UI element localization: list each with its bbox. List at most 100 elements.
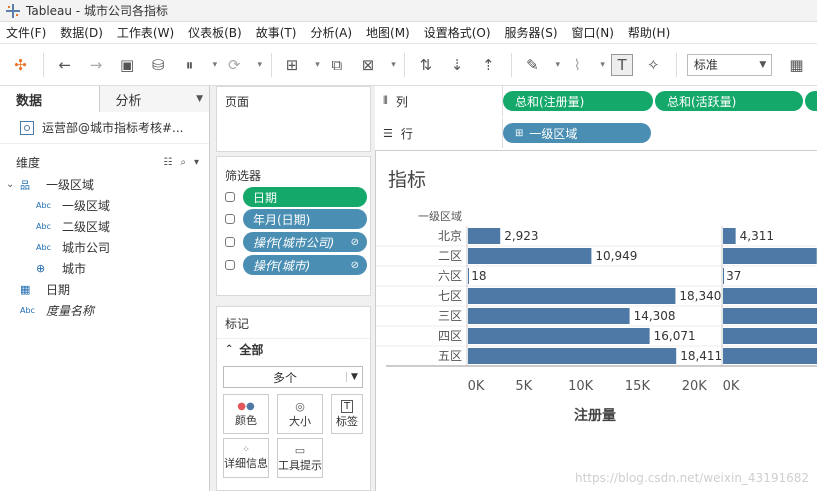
tab-analysis[interactable]: 分析 ▼ xyxy=(99,86,209,112)
pause-icon[interactable]: ⏸ xyxy=(179,54,200,76)
tick-label: 0K xyxy=(468,379,485,394)
refresh-icon[interactable]: ⟳ xyxy=(224,54,245,76)
duplicate-icon[interactable]: ⧉ xyxy=(326,54,347,76)
abc-icon: Abc xyxy=(36,222,51,231)
chevron-down-icon[interactable]: ▾ xyxy=(598,54,608,76)
menu-format[interactable]: 设置格式(O) xyxy=(424,24,491,41)
column-pill[interactable]: 总和(活跃量) xyxy=(655,91,803,111)
color-button[interactable]: ●● 颜色 xyxy=(223,394,269,434)
detail-button[interactable]: ⁘ 详细信息 xyxy=(223,438,269,478)
color-label: 颜色 xyxy=(235,413,257,427)
new-worksheet-icon[interactable]: ⊞ xyxy=(282,54,303,76)
abc-icon: Abc xyxy=(36,243,51,252)
tab-analysis-label: 分析 xyxy=(115,93,142,109)
clear-icon[interactable]: ⊠ xyxy=(358,54,379,76)
filter-pill[interactable]: 日期 xyxy=(243,187,367,207)
filter-pill[interactable]: 操作(城市公司) ⊘ xyxy=(243,232,367,252)
field-label: 日期 xyxy=(46,283,71,297)
columns-shelf[interactable]: ⦀ 列 总和(注册量) 总和(活跃量) xyxy=(375,86,817,116)
tick-label: 20K xyxy=(682,379,708,394)
dimension-field[interactable]: ⊕ 城市 xyxy=(0,258,209,279)
forward-icon[interactable]: → xyxy=(85,54,106,76)
database-icon xyxy=(225,214,235,224)
menu-file[interactable]: 文件(F) xyxy=(6,24,46,41)
dimensions-header: 维度 ☷ ⌕ ▾ xyxy=(0,150,209,174)
filter-pill[interactable]: 年月(日期) xyxy=(243,209,367,229)
sort-asc-icon[interactable]: ⇣ xyxy=(446,54,467,76)
menu-help[interactable]: 帮助(H) xyxy=(628,24,670,41)
column-pill[interactable]: 总和(注册量) xyxy=(503,91,653,111)
row-pill[interactable]: ⊞ 一级区域 xyxy=(503,123,651,143)
tab-data[interactable]: 数据 xyxy=(0,86,100,112)
measure-names-field[interactable]: Abc 度量名称 xyxy=(0,300,209,321)
dimension-field[interactable]: Abc 一级区域 xyxy=(0,195,209,216)
data-label: 14,308 xyxy=(634,309,676,323)
chevron-down-icon[interactable]: ▾ xyxy=(553,54,563,76)
swap-icon[interactable]: ⇅ xyxy=(415,54,436,76)
chart: 一级区域北京二区六区七区三区四区五区 2,923 10,949 18 18,34014,… xyxy=(376,210,817,424)
filter-pill[interactable]: 操作(城市) ⊘ xyxy=(243,255,367,275)
pages-card[interactable]: 页面 xyxy=(216,86,371,152)
marks-all-row[interactable]: ⌃ 全部 xyxy=(217,338,370,360)
save-icon[interactable]: ▣ xyxy=(117,54,138,76)
list-view-icon[interactable]: ☷ xyxy=(163,157,172,168)
size-button[interactable]: ◎ 大小 xyxy=(277,394,323,434)
chevron-down-icon[interactable]: ▾ xyxy=(210,54,220,76)
chevron-down-icon[interactable]: ▾ xyxy=(255,54,265,76)
tooltip-button[interactable]: ▭ 工具提示 xyxy=(277,438,323,478)
rows-shelf[interactable]: ☰ 行 ⊞ 一级区域 xyxy=(375,118,817,148)
sort-desc-icon[interactable]: ⇡ xyxy=(478,54,499,76)
detail-label: 详细信息 xyxy=(224,457,268,470)
group-icon[interactable]: ⌇ xyxy=(567,54,588,76)
calendar-icon: ▦ xyxy=(20,283,31,296)
back-icon[interactable]: ← xyxy=(54,54,75,76)
column-pill-label: 总和(活跃量) xyxy=(667,94,737,109)
menu-story[interactable]: 故事(T) xyxy=(256,24,297,41)
expand-icon[interactable]: ⊞ xyxy=(515,128,523,139)
new-datasource-icon[interactable]: ⛁ xyxy=(148,54,169,76)
category-label: 北京 xyxy=(438,229,462,243)
data-label: 4,311 xyxy=(740,229,774,243)
chevron-up-icon[interactable]: ⌃ xyxy=(225,344,233,355)
columns-label: 列 xyxy=(395,94,408,109)
datasource-label: 运营部@城市指标考核#... xyxy=(42,121,184,135)
pin-icon[interactable]: ✧ xyxy=(643,54,664,76)
chevron-down-icon[interactable]: ▼ xyxy=(196,94,203,104)
fit-select[interactable]: 标准 ▼ xyxy=(686,53,772,76)
menu-window[interactable]: 窗口(N) xyxy=(572,24,614,41)
pages-title: 页面 xyxy=(225,95,250,109)
row-header: 一级区域 xyxy=(418,210,462,223)
highlight-icon[interactable]: ✎ xyxy=(522,54,543,76)
data-label: 18,340 xyxy=(679,289,721,303)
datasource-item[interactable]: 运营部@城市指标考核#... xyxy=(0,112,209,144)
chevron-down-icon[interactable]: ▾ xyxy=(313,54,323,76)
bar xyxy=(723,228,736,244)
menu-server[interactable]: 服务器(S) xyxy=(505,24,558,41)
hierarchy-icon: 品 xyxy=(20,181,30,192)
label-button[interactable]: T 标签 xyxy=(331,394,363,434)
column-pill[interactable] xyxy=(805,91,817,111)
dimension-field[interactable]: Abc 城市公司 xyxy=(0,237,209,258)
date-field[interactable]: ▦ 日期 xyxy=(0,279,209,300)
hierarchy-item[interactable]: ⌄ 品 一级区域 xyxy=(0,174,209,195)
bar xyxy=(468,328,650,344)
dimension-field[interactable]: Abc 二级区域 xyxy=(0,216,209,237)
label-icon[interactable]: T xyxy=(611,53,633,76)
chevron-down-icon[interactable]: ▾ xyxy=(194,157,199,168)
menu-data[interactable]: 数据(D) xyxy=(60,24,103,41)
mark-type-select[interactable]: 多个 ▼ xyxy=(223,366,363,388)
show-me-icon[interactable]: ▦ xyxy=(786,54,807,76)
chevron-down-icon[interactable]: ⌄ xyxy=(6,179,20,190)
menu-map[interactable]: 地图(M) xyxy=(366,24,410,41)
menu-dashboard[interactable]: 仪表板(B) xyxy=(188,24,242,41)
menu-bar: 文件(F) 数据(D) 工作表(W) 仪表板(B) 故事(T) 分析(A) 地图… xyxy=(0,22,817,44)
chevron-down-icon[interactable]: ▾ xyxy=(389,54,399,76)
menu-analysis[interactable]: 分析(A) xyxy=(310,24,352,41)
data-pane: 数据 分析 ▼ 运营部@城市指标考核#... 维度 ☷ ⌕ ▾ ⌄ 品 一级区域… xyxy=(0,86,210,491)
tick-label: 0K xyxy=(723,379,740,394)
menu-worksheet[interactable]: 工作表(W) xyxy=(117,24,174,41)
search-icon[interactable]: ⌕ xyxy=(180,157,186,168)
category-label: 六区 xyxy=(438,269,462,283)
detail-icon: ⁘ xyxy=(242,445,250,455)
tableau-logo-icon[interactable]: ✣ xyxy=(10,54,31,76)
